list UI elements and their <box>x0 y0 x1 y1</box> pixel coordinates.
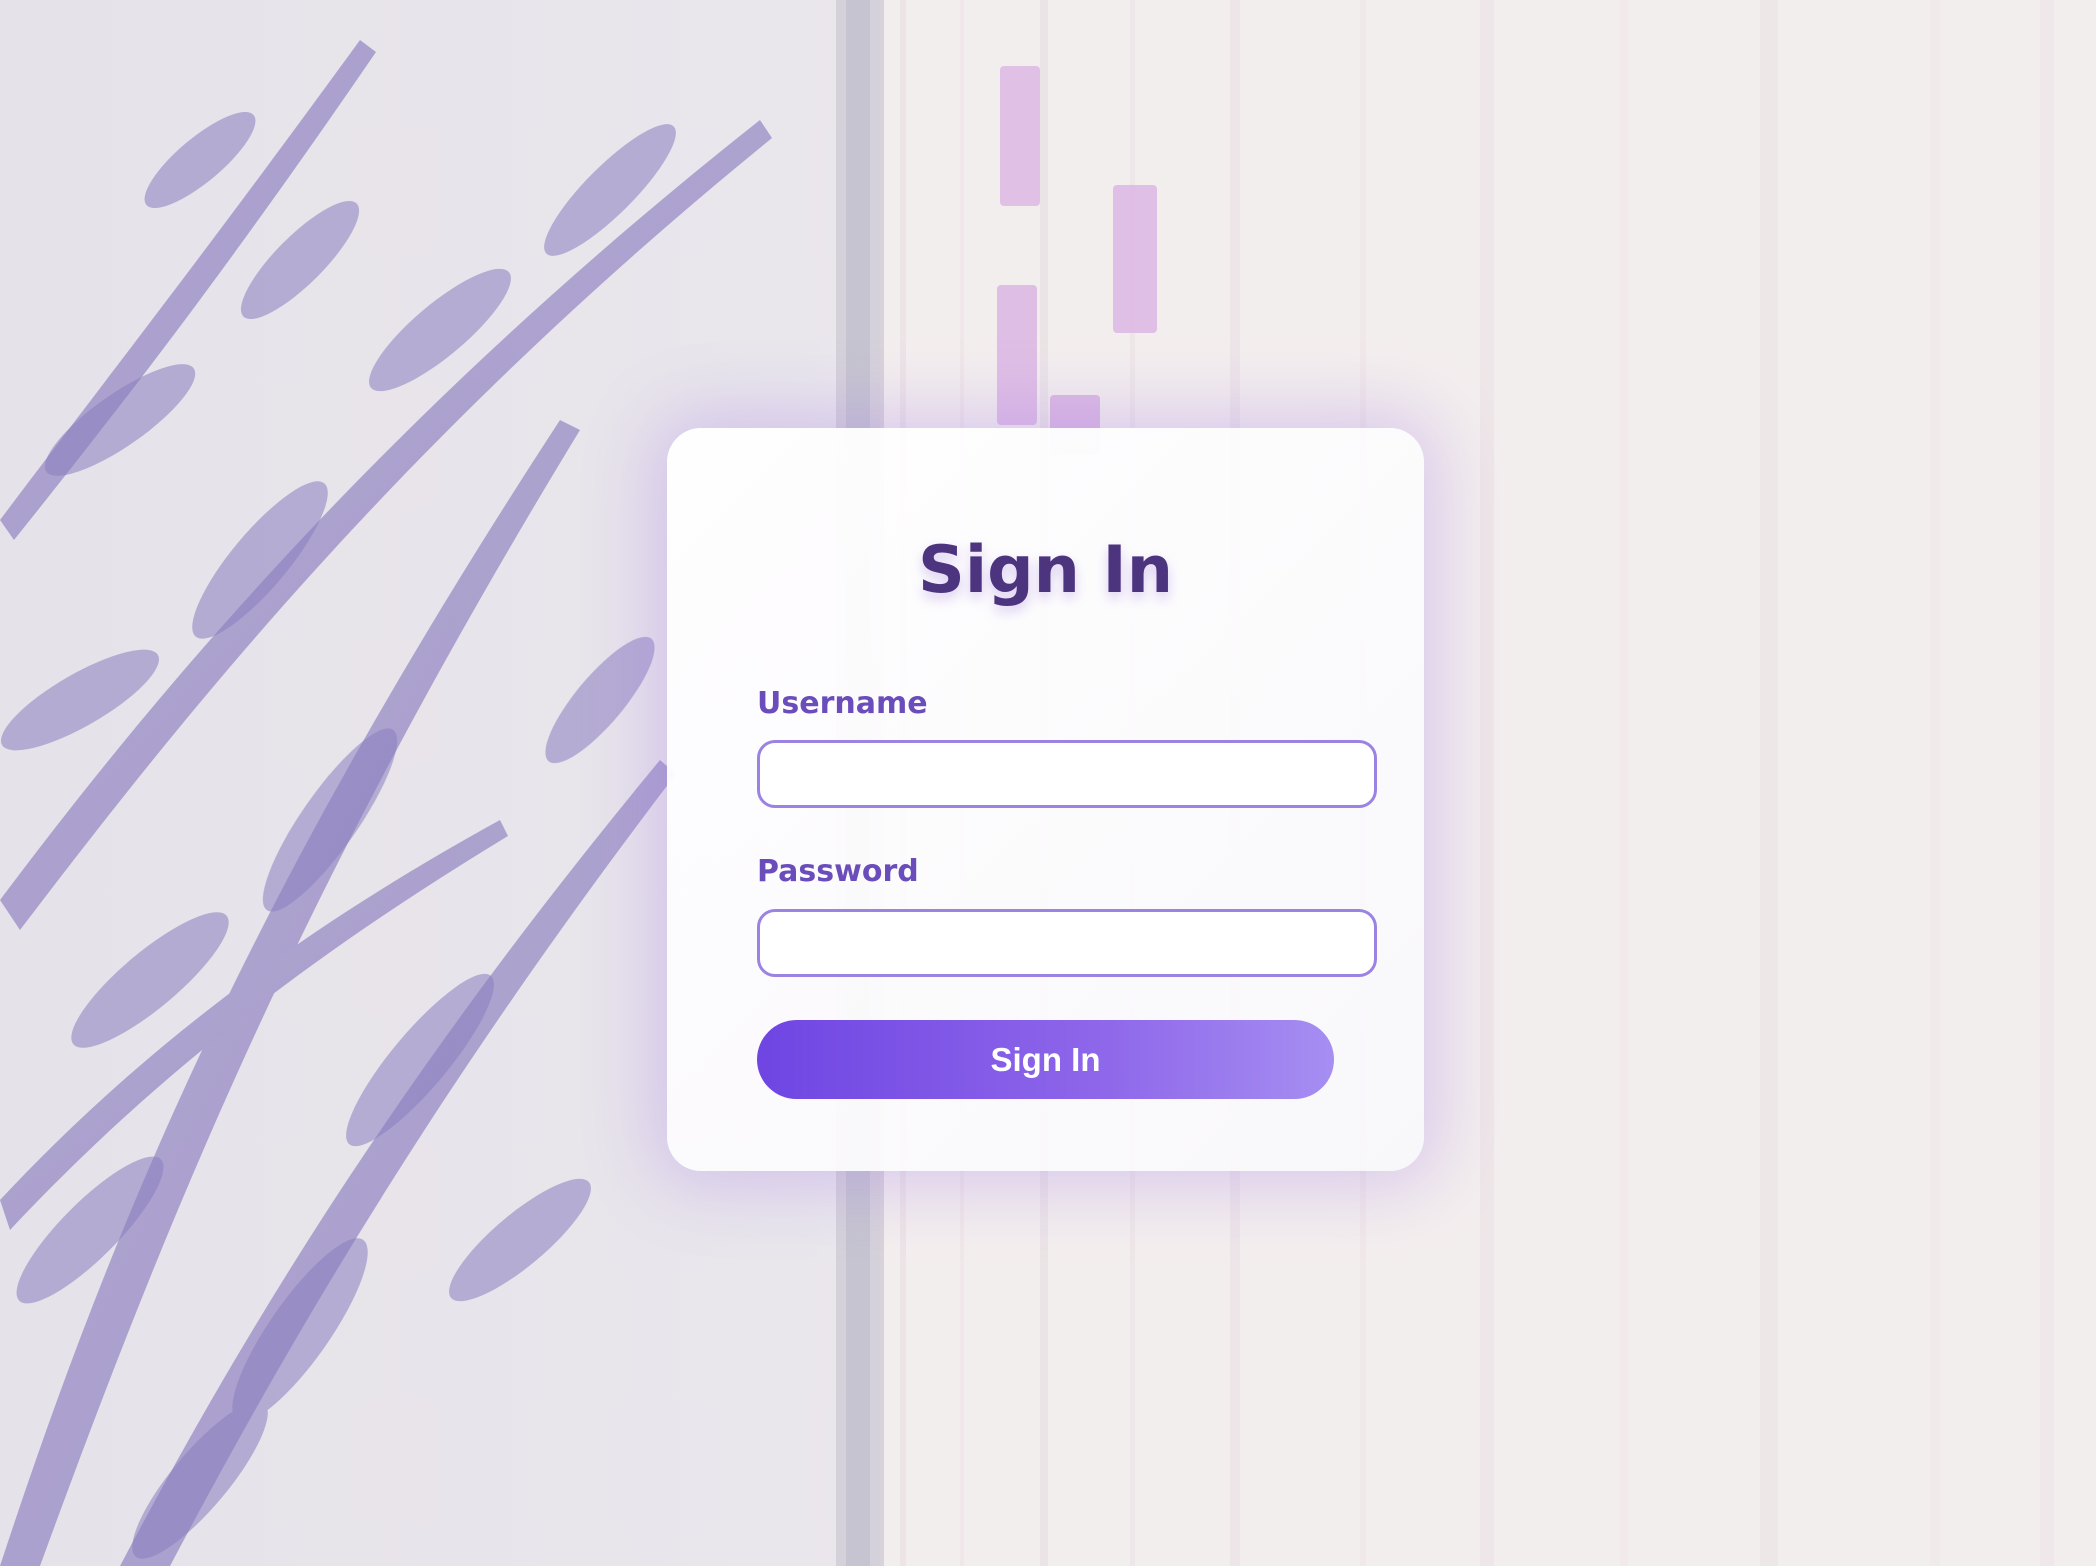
login-page: Sign In Username Password Sign In <box>0 0 2096 1566</box>
page-title: Sign In <box>918 533 1173 608</box>
password-label: Password <box>757 854 919 889</box>
password-field[interactable] <box>757 909 1377 977</box>
sign-in-button[interactable]: Sign In <box>757 1020 1334 1099</box>
login-card: Sign In Username Password Sign In <box>667 428 1424 1171</box>
username-label: Username <box>757 686 928 721</box>
username-field[interactable] <box>757 740 1377 808</box>
